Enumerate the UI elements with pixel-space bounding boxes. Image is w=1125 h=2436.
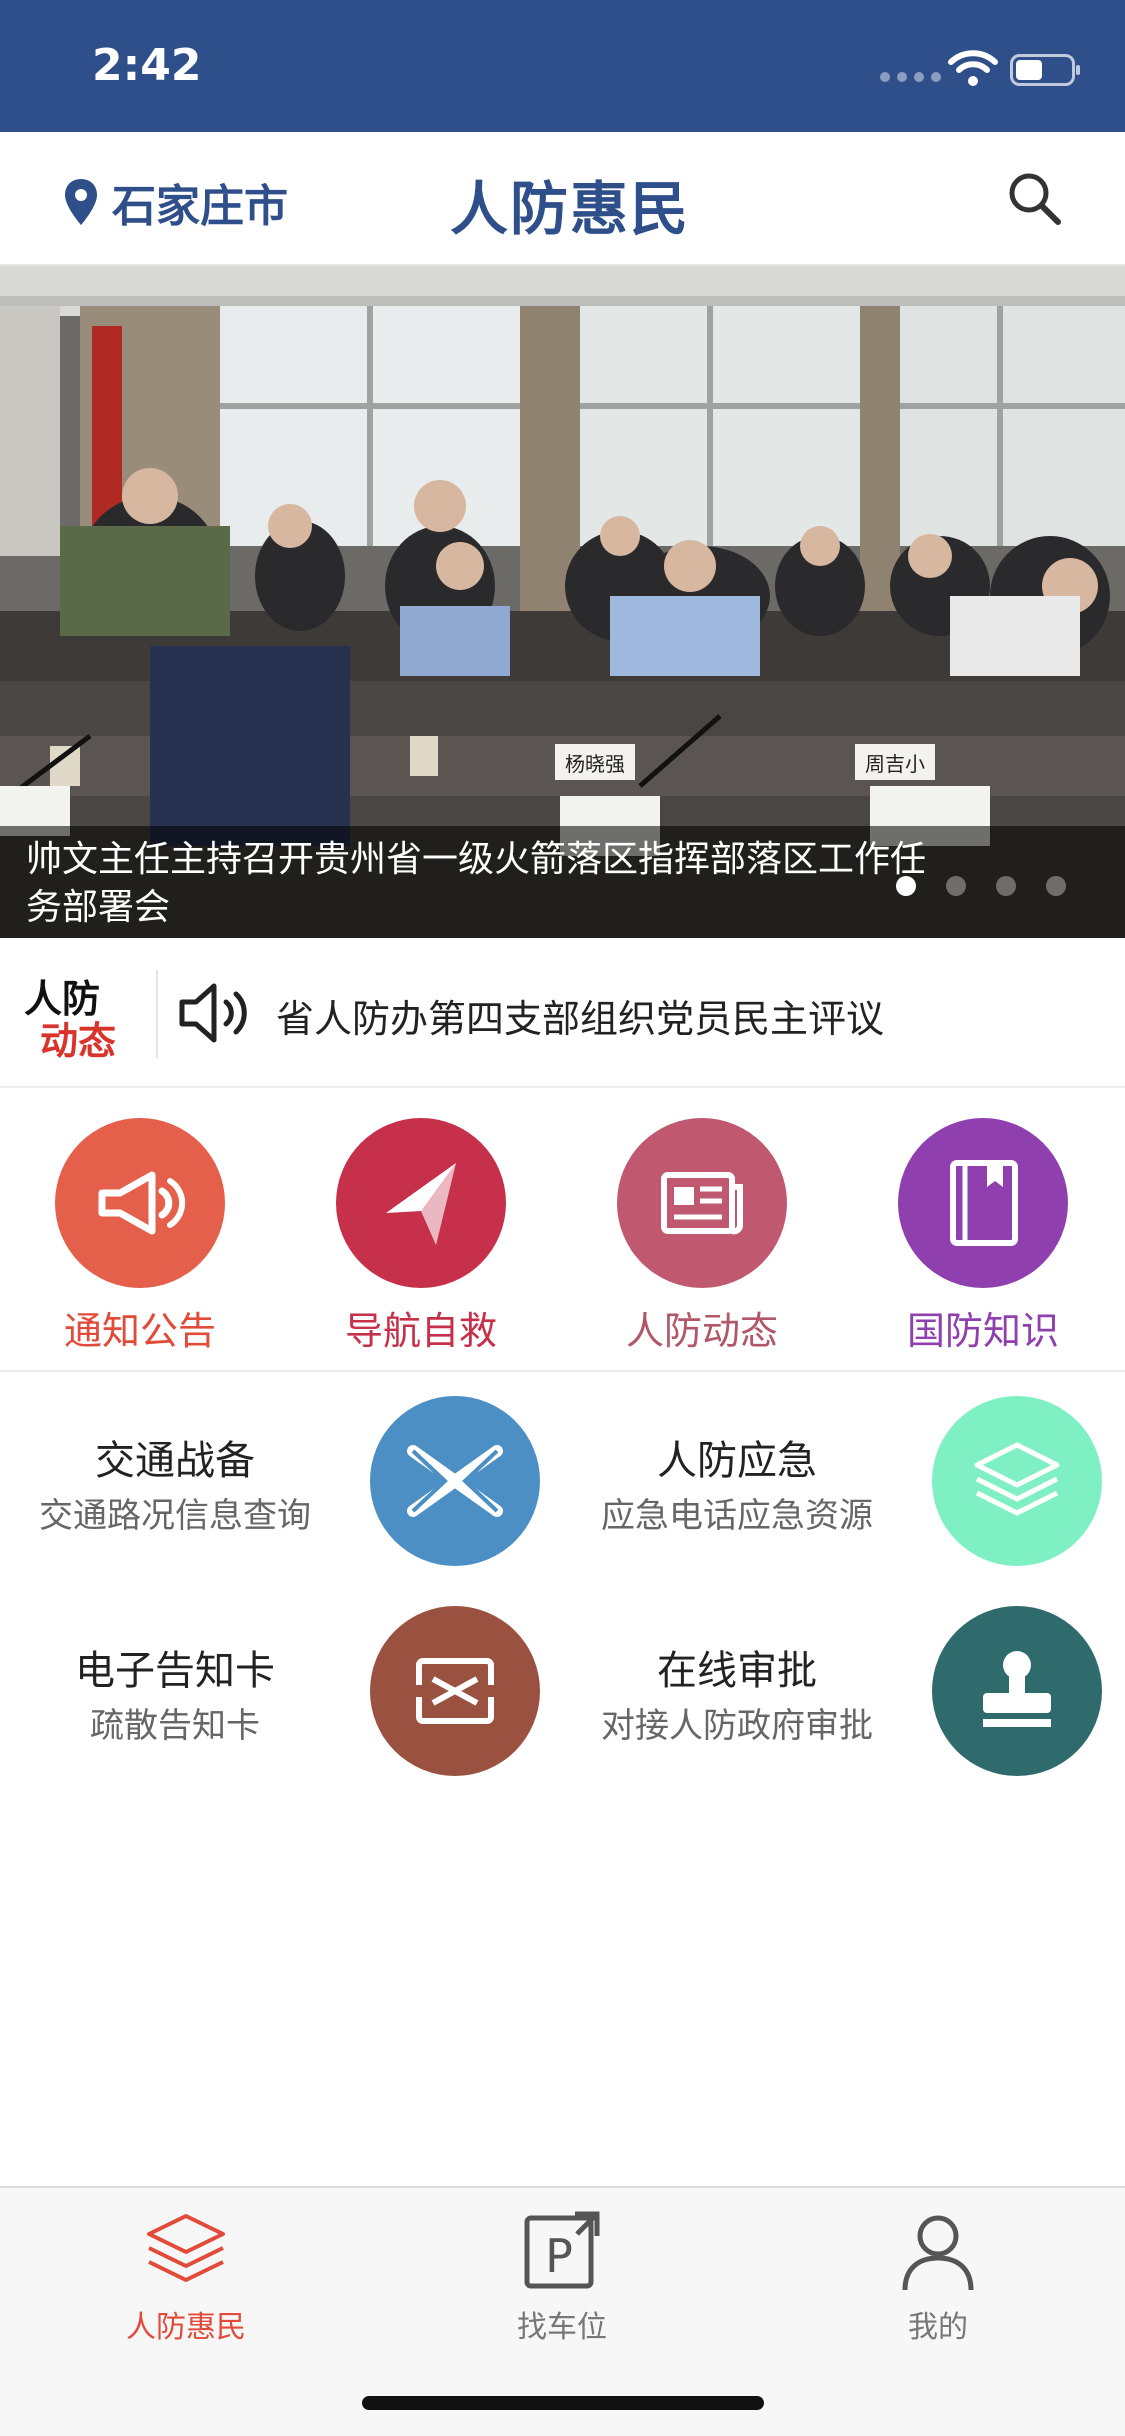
status-bar: 2:42 (0, 0, 1125, 132)
service-online-approval[interactable]: 在线审批 对接人防政府审批 (562, 1584, 1102, 1776)
status-time: 2:42 (92, 40, 202, 91)
service-emergency[interactable]: 人防应急 应急电话应急资源 (562, 1374, 1102, 1566)
service-emergency-title: 人防应急 (657, 1438, 817, 1484)
name-card-2: 周吉小 (865, 752, 925, 776)
tab-find-parking[interactable]: P 找车位 (442, 2206, 682, 2346)
news-banner-carousel[interactable]: 杨晓强 周吉小 帅文主任主持召开贵州省一级火箭落区指挥部落区工作任务部署会 (0, 266, 1125, 938)
wifi-icon (948, 50, 998, 86)
tab-find-parking-label: 找车位 (517, 2310, 607, 2345)
service-traffic-circle (370, 1396, 540, 1566)
service-online-approval-circle (932, 1606, 1102, 1776)
crossroads-icon (407, 1445, 503, 1517)
service-traffic-subtitle: 交通路况信息查询 (39, 1496, 311, 1536)
carousel-dot-1[interactable] (896, 876, 916, 896)
app-header: 石家庄市 人防惠民 (0, 132, 1125, 266)
news-logo-line2: 动态 (40, 1018, 117, 1063)
quick-link-navigation[interactable]: 导航自救 (321, 1118, 521, 1355)
location-selector[interactable]: 石家庄市 (62, 170, 288, 234)
quick-link-notice-label: 通知公告 (63, 1309, 216, 1353)
banner-caption[interactable]: 帅文主任主持召开贵州省一级火箭落区指挥部落区工作任务部署会 (26, 836, 946, 932)
speaker-icon (179, 983, 247, 1043)
book-icon (950, 1160, 1018, 1246)
card-icon (415, 1658, 495, 1724)
carousel-dot-4[interactable] (1046, 876, 1066, 896)
newspaper-icon (661, 1172, 743, 1235)
tab-profile[interactable]: 我的 (818, 2206, 1058, 2346)
quick-link-navigation-label: 导航自救 (344, 1309, 497, 1353)
service-traffic-title: 交通战备 (95, 1438, 255, 1484)
news-ticker[interactable]: 人防 动态 省人防办第四支部组织党员民主评议 (0, 938, 1125, 1088)
carousel-indicator (896, 876, 1066, 896)
service-e-notice-card-subtitle: 疏散告知卡 (90, 1706, 260, 1746)
layers-icon (147, 2214, 225, 2282)
stamp-icon (983, 1651, 1051, 1727)
service-online-approval-title: 在线审批 (657, 1648, 817, 1694)
news-headline[interactable]: 省人防办第四支部组织党员民主评议 (276, 988, 884, 1043)
user-icon (902, 2215, 974, 2291)
carousel-dot-3[interactable] (996, 876, 1016, 896)
parking-icon: P (524, 2211, 600, 2289)
service-emergency-subtitle: 应急电话应急资源 (601, 1496, 873, 1536)
quick-link-news[interactable]: 人防动态 (602, 1118, 802, 1355)
service-e-notice-card-title: 电子告知卡 (75, 1648, 275, 1694)
services-grid: 交通战备 交通路况信息查询 人防应急 应急电话应急资源 电子告知卡 疏散告知卡 (0, 1374, 1125, 1794)
tab-home[interactable]: 人防惠民 (66, 2206, 306, 2346)
quick-link-notice-circle (55, 1118, 225, 1288)
service-e-notice-card[interactable]: 电子告知卡 疏散告知卡 (0, 1584, 540, 1776)
cellular-signal-icon (880, 72, 941, 82)
quick-link-defense-knowledge[interactable]: 国防知识 (883, 1118, 1083, 1355)
name-card-1: 杨晓强 (565, 752, 625, 776)
layers-icon (974, 1442, 1060, 1516)
carousel-dot-2[interactable] (946, 876, 966, 896)
quick-link-defense-knowledge-label: 国防知识 (906, 1309, 1059, 1353)
navigation-arrow-icon (386, 1163, 456, 1245)
service-emergency-circle (932, 1396, 1102, 1566)
svg-text:P: P (545, 2229, 573, 2283)
location-city: 石家庄市 (112, 181, 288, 232)
megaphone-icon (98, 1171, 186, 1235)
quick-link-notice[interactable]: 通知公告 (40, 1118, 240, 1355)
quick-link-news-label: 人防动态 (625, 1309, 778, 1353)
search-icon[interactable] (1004, 168, 1064, 228)
tab-home-label: 人防惠民 (126, 2310, 246, 2345)
quick-link-news-circle (617, 1118, 787, 1288)
service-online-approval-subtitle: 对接人防政府审批 (601, 1706, 873, 1746)
tab-profile-label: 我的 (908, 2310, 968, 2345)
battery-icon (1010, 54, 1080, 86)
divider (156, 970, 158, 1058)
service-traffic[interactable]: 交通战备 交通路况信息查询 (0, 1374, 540, 1566)
service-e-notice-card-circle (370, 1606, 540, 1776)
page-title: 人防惠民 (450, 175, 691, 243)
home-indicator[interactable] (362, 2396, 764, 2410)
quick-links: 通知公告 导航自救 人防动态 国防知识 (0, 1088, 1125, 1372)
quick-link-defense-knowledge-circle (898, 1118, 1068, 1288)
quick-link-navigation-circle (336, 1118, 506, 1288)
news-logo: 人防 动态 (20, 968, 140, 1063)
location-pin-icon (65, 179, 97, 225)
